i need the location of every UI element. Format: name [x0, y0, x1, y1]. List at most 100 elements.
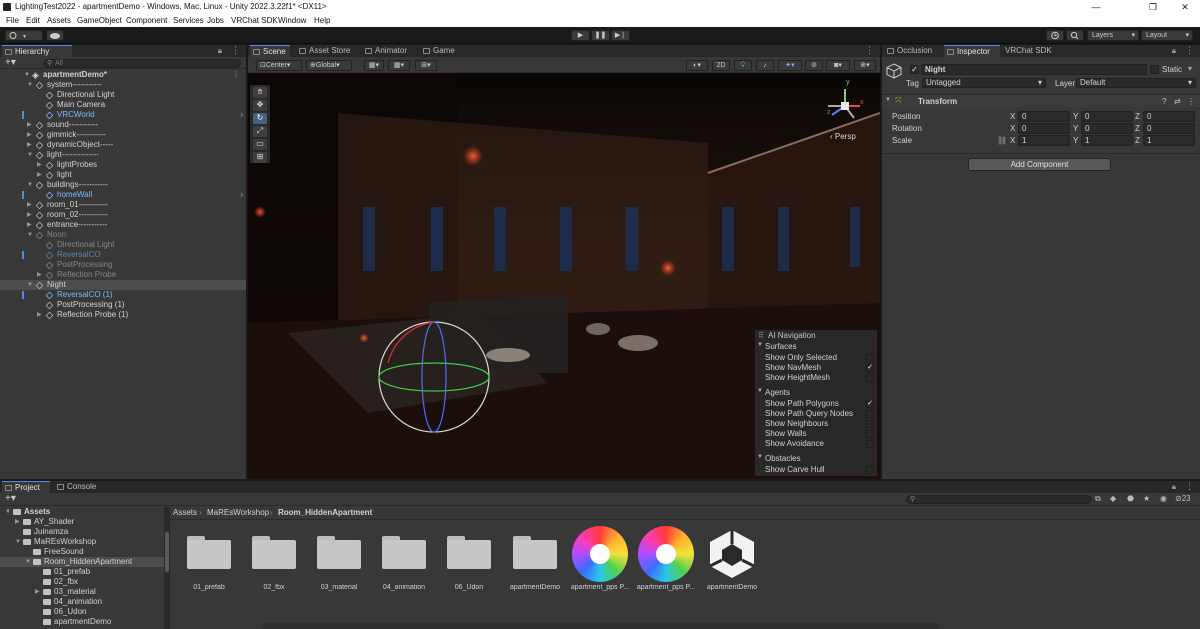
toggle-2d-button[interactable]: 2D	[712, 60, 730, 71]
asset-item[interactable]: apartment_pps P...	[634, 526, 698, 591]
object-name-field[interactable]: Night	[921, 64, 1147, 75]
expand-arrow-icon[interactable]: ▼	[27, 80, 33, 90]
static-dropdown-icon[interactable]: ▾	[1188, 64, 1192, 73]
expand-arrow-icon[interactable]: ▶	[37, 270, 42, 280]
project-tree-item[interactable]: ▼ Assets	[0, 507, 165, 517]
hierarchy-row[interactable]: ▶ sound-----------	[0, 120, 246, 130]
hierarchy-row[interactable]: ReversalCO	[0, 250, 246, 260]
hierarchy-row[interactable]: homeWall ›	[0, 190, 246, 200]
hierarchy-row[interactable]: ▼ light--------------	[0, 150, 246, 160]
project-tree-item[interactable]: FreeSound	[0, 547, 165, 557]
snap-increment-button[interactable]: ⊞▾	[415, 60, 437, 71]
expand-arrow-icon[interactable]: ▶	[15, 517, 20, 527]
more-menu-icon[interactable]: ⋮	[865, 45, 874, 56]
perspective-label[interactable]: ‹ Persp	[830, 132, 856, 141]
transform-z-field[interactable]: 1	[1143, 135, 1195, 146]
nav-option-checkbox[interactable]	[866, 440, 874, 448]
tab-animator[interactable]: Animator	[362, 45, 412, 57]
transform-header[interactable]: ▼ ⤧ Transform ? ⇄ ⋮	[882, 94, 1200, 107]
minimize-button[interactable]: —	[1081, 0, 1111, 14]
hierarchy-row[interactable]: ▶ Reflection Probe (1)	[0, 310, 246, 320]
collapse-arrow-icon[interactable]: ▼	[885, 97, 891, 103]
expand-arrow-icon[interactable]: ▶	[37, 310, 42, 320]
tab-scene[interactable]: Scene	[250, 45, 290, 57]
expand-arrow-icon[interactable]: ▶	[35, 587, 40, 597]
hierarchy-row[interactable]: ▶ room_02-----------	[0, 210, 246, 220]
nav-option-checkbox[interactable]	[866, 410, 874, 418]
hierarchy-row[interactable]: ReversalCO (1)	[0, 290, 246, 300]
move-tool-icon[interactable]: ✥	[253, 100, 267, 111]
expand-arrow-icon[interactable]: ▶	[37, 160, 42, 170]
hierarchy-row[interactable]: VRCWorld ›	[0, 110, 246, 120]
expand-arrow-icon[interactable]: ▶	[27, 220, 32, 230]
help-icon[interactable]: ?	[1162, 97, 1166, 106]
rotate-tool-icon[interactable]: ↻	[253, 113, 267, 124]
transform-y-field[interactable]: 0	[1081, 123, 1133, 134]
asset-item[interactable]: 02_fbx	[242, 526, 306, 591]
search-by-type-icon[interactable]: ⧉	[1095, 494, 1101, 504]
expand-arrow-icon[interactable]: ▶	[37, 170, 42, 180]
zoom-slider[interactable]	[262, 623, 940, 629]
hierarchy-row[interactable]: ▼ system-----------	[0, 80, 246, 90]
menu-help[interactable]: Help	[314, 16, 330, 25]
nav-option-checkbox[interactable]	[866, 420, 874, 428]
transform-z-field[interactable]: 0	[1143, 111, 1195, 122]
menu-edit[interactable]: Edit	[26, 16, 40, 25]
expand-arrow-icon[interactable]: ▶	[27, 140, 32, 150]
hidden-objects-toggle[interactable]: ⊘	[805, 60, 823, 71]
hierarchy-row[interactable]: ▼ buildings-----------	[0, 180, 246, 190]
project-tree-item[interactable]: ▶ 03_material	[0, 587, 165, 597]
project-tree-item[interactable]: apartmentDemo	[0, 617, 165, 627]
project-tree-item[interactable]: 02_fbx	[0, 577, 165, 587]
tag-dropdown[interactable]: Untagged ▾	[922, 78, 1046, 88]
pivot-dropdown[interactable]: ⊡Center▾	[256, 60, 302, 71]
rect-tool-icon[interactable]: ▭	[253, 139, 267, 150]
nav-group-arrow-icon[interactable]: ▼	[757, 342, 763, 348]
expand-arrow-icon[interactable]: ▼	[27, 150, 33, 160]
hierarchy-row[interactable]: ▶ light	[0, 170, 246, 180]
transform-x-field[interactable]: 0	[1018, 123, 1070, 134]
draw-mode-dropdown[interactable]: ◐▾	[686, 60, 708, 71]
asset-item[interactable]: apartmentDemo	[503, 526, 567, 591]
hand-tool-icon[interactable]: ✋︎	[253, 87, 267, 98]
expand-arrow-icon[interactable]: ▶	[27, 130, 32, 140]
more-menu-icon[interactable]: ⋮	[1185, 481, 1194, 492]
menu-vrchat-sdk[interactable]: VRChat SDK	[231, 16, 278, 25]
create-button[interactable]: +▾	[5, 57, 16, 68]
asset-item[interactable]: 01_prefab	[177, 526, 241, 591]
hierarchy-row[interactable]: ▶ gimmick-----------	[0, 130, 246, 140]
menu-file[interactable]: File	[6, 16, 19, 25]
hierarchy-row[interactable]: ▶ dynamicObject-----	[0, 140, 246, 150]
expand-arrow-icon[interactable]: ▼	[5, 507, 11, 517]
layer-dropdown[interactable]: Default ▾	[1076, 78, 1196, 88]
breadcrumb-assets[interactable]: Assets	[173, 508, 197, 517]
expand-arrow-icon[interactable]: ▼	[15, 537, 21, 547]
hierarchy-row[interactable]: ▶ Reflection Probe	[0, 270, 246, 280]
play-button[interactable]: ▶	[571, 30, 590, 41]
nav-group-title[interactable]: Obstacles	[765, 454, 801, 463]
active-checkbox[interactable]: ✓	[910, 65, 919, 74]
component-menu-icon[interactable]: ⋮	[1187, 97, 1195, 106]
hierarchy-row[interactable]: ▼ Noon	[0, 230, 246, 240]
hierarchy-row[interactable]: ▶ lightProbes	[0, 160, 246, 170]
hierarchy-row[interactable]: ▶ entrance-----------	[0, 220, 246, 230]
space-dropdown[interactable]: ⊕Global▾	[306, 60, 352, 71]
hierarchy-row[interactable]: Directional Light	[0, 240, 246, 250]
expand-arrow-icon[interactable]: ▼	[27, 230, 33, 240]
asset-item[interactable]: apartment_pps P...	[568, 526, 632, 591]
transform-y-field[interactable]: 1	[1081, 135, 1133, 146]
effects-dropdown[interactable]: ✦▾	[778, 60, 802, 71]
expand-arrow-icon[interactable]: ▼	[24, 70, 30, 80]
tab-console[interactable]: Console	[54, 481, 104, 493]
search-by-label-icon[interactable]: ◆	[1110, 494, 1116, 503]
nav-option-checkbox[interactable]	[866, 354, 874, 362]
layers-dropdown[interactable]: Layers ▾	[1087, 30, 1139, 41]
constrain-proportions-icon[interactable]: ⛓︎	[997, 136, 1007, 145]
menu-services[interactable]: Services	[173, 16, 204, 25]
nav-group-arrow-icon[interactable]: ▼	[757, 454, 763, 460]
expand-arrow-icon[interactable]: ▶	[27, 120, 32, 130]
step-button[interactable]: ▶❘	[611, 30, 630, 41]
chevron-right-icon[interactable]: ›	[240, 110, 243, 120]
expand-arrow-icon[interactable]: ▼	[27, 280, 33, 290]
project-tree-item[interactable]: 01_prefab	[0, 567, 165, 577]
